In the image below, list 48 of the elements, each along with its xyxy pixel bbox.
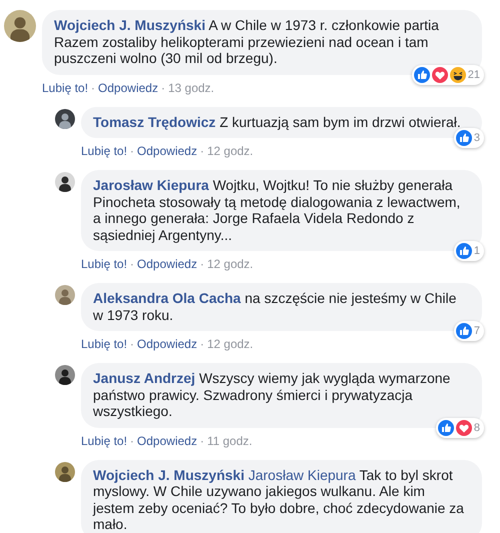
reaction-count: 21	[468, 68, 480, 80]
separator-dot: ·	[200, 144, 204, 158]
comment-time: 12 godz.	[207, 257, 254, 271]
author-link[interactable]: Aleksandra Ola Cacha	[93, 290, 241, 306]
reply-link[interactable]: Odpowiedz	[98, 80, 158, 94]
like-link[interactable]: Lubię to!	[81, 337, 128, 351]
reaction-count: 8	[474, 422, 480, 434]
reply-link[interactable]: Odpowiedz	[137, 337, 198, 351]
avatar[interactable]	[4, 10, 36, 42]
separator-dot: ·	[130, 257, 134, 271]
comment-time: 12 godz.	[207, 337, 254, 351]
comment-text: Janusz Andrzej Wszyscy wiemy jak wygląda wymarzone państwo prawicy. Szwadrony śmierci i prywatyzacja wszystkiego.	[93, 370, 452, 420]
comment-text: Wojciech J. Muszyński Jarosław Kiepura Tak to byl skrot myslowy. W Chile uzywano jakiegos wulkanu. Ale kim jestem zeby oceniać? To było dobre, choć zdecydowanie za mało.	[93, 466, 465, 532]
comment-time: 13 godz.	[168, 80, 214, 94]
separator-dot: ·	[200, 337, 204, 351]
like-link[interactable]: Lubię to!	[42, 80, 88, 94]
separator-dot: ·	[91, 80, 96, 94]
like-link[interactable]: Lubię to!	[81, 434, 128, 448]
mention-link[interactable]: Jarosław Kiepura	[248, 466, 356, 482]
avatar[interactable]	[55, 462, 75, 482]
author-link[interactable]: Wojciech J. Muszyński	[93, 466, 244, 482]
comment-text: Tomasz Trędowicz Z kurtuazją sam bym im drzwi otwierał.	[93, 114, 462, 130]
reaction-count: 1	[474, 245, 480, 257]
author-link[interactable]: Tomasz Trędowicz	[93, 114, 216, 130]
like-link[interactable]: Lubię to!	[81, 144, 128, 158]
avatar[interactable]	[55, 108, 75, 128]
author-link[interactable]: Janusz Andrzej	[93, 370, 196, 386]
separator-dot: ·	[130, 434, 134, 448]
author-link[interactable]: Jarosław Kiepura	[93, 177, 209, 193]
avatar[interactable]	[55, 172, 75, 192]
separator-dot: ·	[200, 257, 204, 271]
like-link[interactable]: Lubię to!	[81, 257, 128, 271]
comment-text: Aleksandra Ola Cacha na szczęście nie jesteśmy w Chile w 1973 roku.	[93, 290, 458, 323]
reply-link[interactable]: Odpowiedz	[137, 434, 198, 448]
reply-link[interactable]: Odpowiedz	[137, 144, 198, 158]
separator-dot: ·	[161, 80, 166, 94]
comment-text: Jarosław Kiepura Wojtku, Wojtku! To nie służby generała Pinocheta stosowały tą metodę dialogowania z lewactwem, a innego generała: Jorge Rafaela Videla Redondo z sąsiedniej Argentyny...	[93, 177, 462, 243]
comment-time: 12 godz.	[207, 144, 254, 158]
reply-link[interactable]: Odpowiedz	[137, 257, 198, 271]
separator-dot: ·	[130, 337, 134, 351]
avatar[interactable]	[55, 365, 75, 385]
comment-text: Wojciech J. Muszyński A w Chile w 1973 r. członkowie partia Razem zostaliby helikopterami przewiezieni nad ocean i tam puszczeni wolno (30 mil od brzegu).	[54, 17, 440, 66]
author-link[interactable]: Wojciech J. Muszyński	[54, 17, 206, 33]
reaction-count: 7	[474, 325, 480, 337]
comment-time: 11 godz.	[207, 434, 252, 448]
separator-dot: ·	[200, 434, 204, 448]
separator-dot: ·	[130, 144, 134, 158]
reaction-count: 3	[474, 132, 480, 144]
